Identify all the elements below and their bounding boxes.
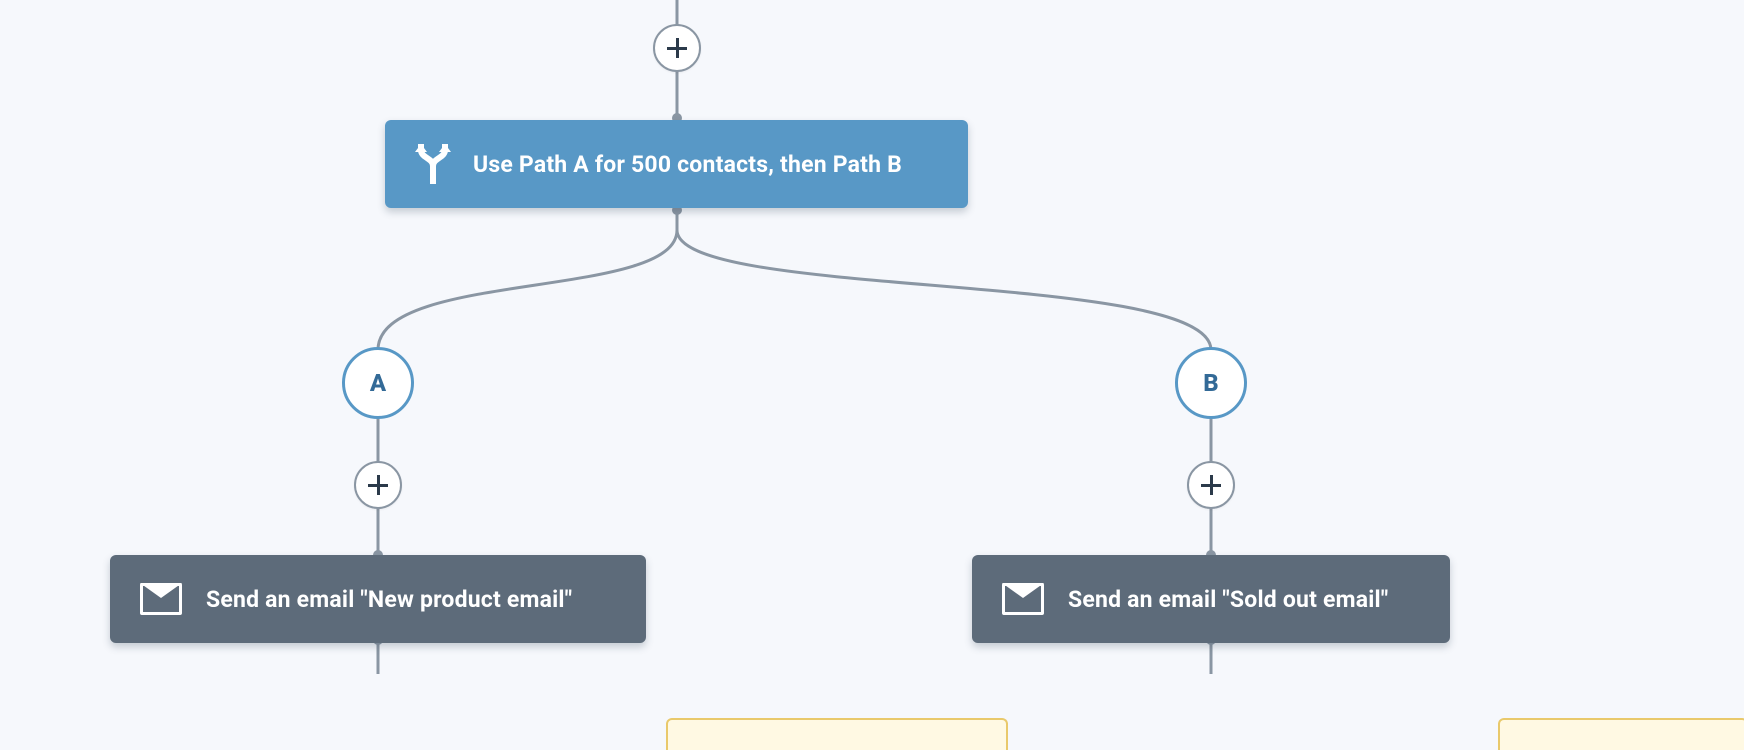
action-node-send-email-b[interactable]: Send an email "Sold out email" xyxy=(972,555,1450,643)
add-step-button-top[interactable] xyxy=(653,24,701,72)
path-badge-a[interactable]: A xyxy=(342,347,414,419)
action-node-send-email-a[interactable]: Send an email "New product email" xyxy=(110,555,646,643)
add-step-button-path-a[interactable] xyxy=(354,461,402,509)
add-step-button-path-b[interactable] xyxy=(1187,461,1235,509)
envelope-icon xyxy=(1002,583,1044,615)
panel-peek-left xyxy=(666,718,1008,750)
path-badge-b[interactable]: B xyxy=(1175,347,1247,419)
action-node-a-label: Send an email "New product email" xyxy=(206,586,572,613)
envelope-icon xyxy=(140,583,182,615)
path-badge-a-label: A xyxy=(370,369,386,397)
split-icon xyxy=(415,144,451,184)
split-node-label: Use Path A for 500 contacts, then Path B xyxy=(473,151,902,178)
panel-peek-right xyxy=(1498,718,1744,750)
automation-canvas[interactable]: Use Path A for 500 contacts, then Path B… xyxy=(0,0,1744,750)
split-node[interactable]: Use Path A for 500 contacts, then Path B xyxy=(385,120,968,208)
path-badge-b-label: B xyxy=(1203,369,1218,397)
action-node-b-label: Send an email "Sold out email" xyxy=(1068,586,1388,613)
